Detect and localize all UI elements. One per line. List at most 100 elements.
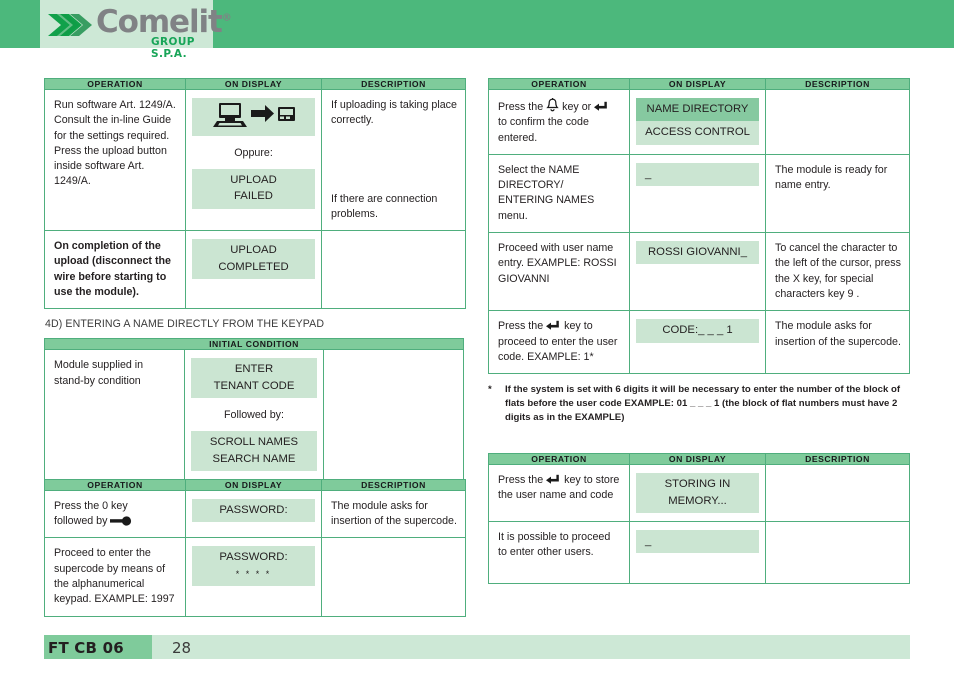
display-line-1: UPLOAD [230, 174, 277, 186]
display-line-2: MEMORY... [668, 494, 727, 507]
page-footer: FT CB 06 28 [44, 635, 910, 659]
description-text [322, 231, 465, 247]
column-header-initial-condition: INITIAL CONDITION [44, 338, 464, 351]
table-header-row: OPERATION ON DISPLAY DESCRIPTION [488, 453, 910, 466]
table-header-row: OPERATION ON DISPLAY DESCRIPTION [488, 78, 910, 90]
description-bottom: If there are connection problems. [331, 192, 438, 220]
right-column: OPERATION ON DISPLAY DESCRIPTION Press t… [488, 78, 910, 585]
description-text: To cancel the character to the left of t… [775, 242, 901, 300]
table-row: Select the NAME DIRECTORY/ ENTERING NAME… [488, 153, 910, 234]
display-scroll-names: SCROLL NAMES SEARCH NAME [190, 431, 318, 471]
table-header-row: OPERATION ON DISPLAY DESCRIPTION [44, 478, 466, 491]
column-header-description: DESCRIPTION [765, 78, 910, 90]
pc-to-module-icon [192, 98, 315, 136]
display-stack: PASSWORD: * * * * [186, 538, 321, 594]
footnote-text: If the system is set with 6 digits it wi… [505, 384, 901, 424]
description-text [322, 538, 465, 554]
table-row: Module supplied in stand-by condition EN… [44, 349, 464, 480]
operation-post: to confirm the code entered. [498, 116, 589, 144]
comelit-logo: Comelit® GROUP S.P.A. [48, 7, 232, 60]
table-row: Run software Art. 1249/A. Consult the in… [44, 88, 466, 232]
column-header-description: DESCRIPTION [321, 478, 466, 491]
operation-pre: Press the [498, 101, 544, 113]
description-text [766, 522, 909, 538]
display-enter-tenant-code: ENTER TENANT CODE [190, 358, 318, 399]
registered-mark: ® [221, 12, 232, 24]
column-header-description: DESCRIPTION [321, 78, 466, 90]
display-line-1: PASSWORD: [219, 551, 288, 564]
enter-key-icon [546, 321, 559, 331]
column-header-operation: OPERATION [488, 453, 630, 466]
description-text [324, 350, 463, 366]
operation-text: It is possible to proceed to enter other… [498, 530, 611, 559]
display-stack: _ [630, 522, 765, 583]
table-header-row: OPERATION ON DISPLAY DESCRIPTION [44, 78, 466, 90]
description-top: If uploading is taking place correctly. [331, 99, 457, 127]
operation-line-2: followed by [54, 515, 108, 528]
document-code: FT CB 06 [48, 639, 124, 657]
operation-pre: Press the [498, 474, 544, 487]
store-memory-table: OPERATION ON DISPLAY DESCRIPTION Press t… [488, 453, 910, 585]
display-stack: ROSSI GIOVANNI_ [630, 233, 765, 272]
display-stack: CODE:_ _ _ 1 [630, 311, 765, 350]
operation-pre: Press the [498, 320, 544, 333]
document-code-tag: FT CB 06 [44, 635, 152, 659]
footnote-marker: * [488, 384, 492, 396]
bell-icon [546, 98, 559, 112]
display-password-prompt: PASSWORD: [192, 498, 315, 523]
operation-text: On completion of the upload (disconnect … [54, 240, 171, 299]
comelit-chevron-logo-icon [48, 14, 92, 36]
name-entry-table: OPERATION ON DISPLAY DESCRIPTION Press t… [488, 78, 910, 375]
column-header-on-display: ON DISPLAY [185, 478, 322, 491]
column-header-operation: OPERATION [44, 78, 186, 90]
footnote: * If the system is set with 6 digits it … [488, 374, 908, 425]
display-stack: STORING IN MEMORY... [630, 465, 765, 521]
display-line-1: UPLOAD [230, 244, 277, 257]
display-upload-completed: UPLOAD COMPLETED [192, 239, 315, 279]
display-middle-note: Followed by: [223, 409, 284, 422]
table-row: Press the 0 key followed by PASSWORD: Th… [44, 489, 466, 539]
display-stack: PASSWORD: [186, 491, 321, 530]
display-stack: UPLOAD COMPLETED [186, 231, 321, 301]
upload-procedure-table: OPERATION ON DISPLAY DESCRIPTION Run sof… [44, 78, 466, 310]
display-cursor: _ [636, 529, 759, 554]
logo-subtitle: GROUP S.P.A. [151, 36, 195, 60]
operation-text: Press the key or to confirm the code ent… [489, 90, 629, 154]
left-column: OPERATION ON DISPLAY DESCRIPTION Run sof… [44, 78, 466, 617]
description-text [766, 90, 909, 106]
operation-text: Run software Art. 1249/A. Consult the in… [54, 99, 176, 188]
description-text: The module is ready for name entry. [775, 163, 888, 192]
operation-text: Press the 0 key followed by [45, 491, 185, 538]
initial-condition-table: INITIAL CONDITION Module supplied in sta… [44, 338, 464, 480]
display-name-directory: NAME DIRECTORY [636, 98, 759, 122]
table-row: It is possible to proceed to enter other… [488, 520, 910, 585]
logo-wordmark: Comelit® [96, 7, 232, 38]
enter-key-icon [546, 474, 559, 484]
operation-text: Proceed to enter the supercode by means … [54, 547, 175, 606]
display-line-2: COMPLETED [218, 260, 289, 273]
description-text [766, 465, 909, 481]
column-header-on-display: ON DISPLAY [629, 78, 766, 90]
table-row: Proceed to enter the supercode by means … [44, 537, 466, 617]
table-row: Press the key to store the user name and… [488, 464, 910, 522]
table-row: Press the key or to confirm the code ent… [488, 89, 910, 155]
table-row: Press the key to proceed to enter the us… [488, 310, 910, 375]
display-stack: Oppure: UPLOAD FAILED [186, 90, 321, 217]
display-middle-note: Oppure: [234, 147, 273, 159]
display-line-2: FAILED [234, 190, 273, 203]
display-upload-failed: UPLOAD FAILED [192, 169, 315, 209]
operation-text: Press the key to store the user name and… [489, 465, 629, 512]
operation-line-1: Press the 0 key [54, 499, 128, 512]
footer-background [152, 635, 910, 659]
password-procedure-table: OPERATION ON DISPLAY DESCRIPTION Press t… [44, 478, 466, 617]
display-code-prompt: CODE:_ _ _ 1 [636, 319, 759, 343]
page-header: Comelit® GROUP S.P.A. [0, 0, 954, 60]
operation-text: Proceed with user name entry. EXAMPLE: R… [498, 242, 617, 285]
display-line-1: ENTER [234, 363, 274, 376]
operation-text: Press the key to proceed to enter the us… [489, 311, 629, 373]
column-header-description: DESCRIPTION [765, 453, 910, 466]
column-header-operation: OPERATION [44, 478, 186, 491]
display-line-3: SCROLL NAMES [209, 436, 299, 449]
display-user-name: ROSSI GIOVANNI_ [636, 241, 759, 265]
section-title-4d: 4D) ENTERING A NAME DIRECTLY FROM THE KE… [45, 318, 325, 331]
